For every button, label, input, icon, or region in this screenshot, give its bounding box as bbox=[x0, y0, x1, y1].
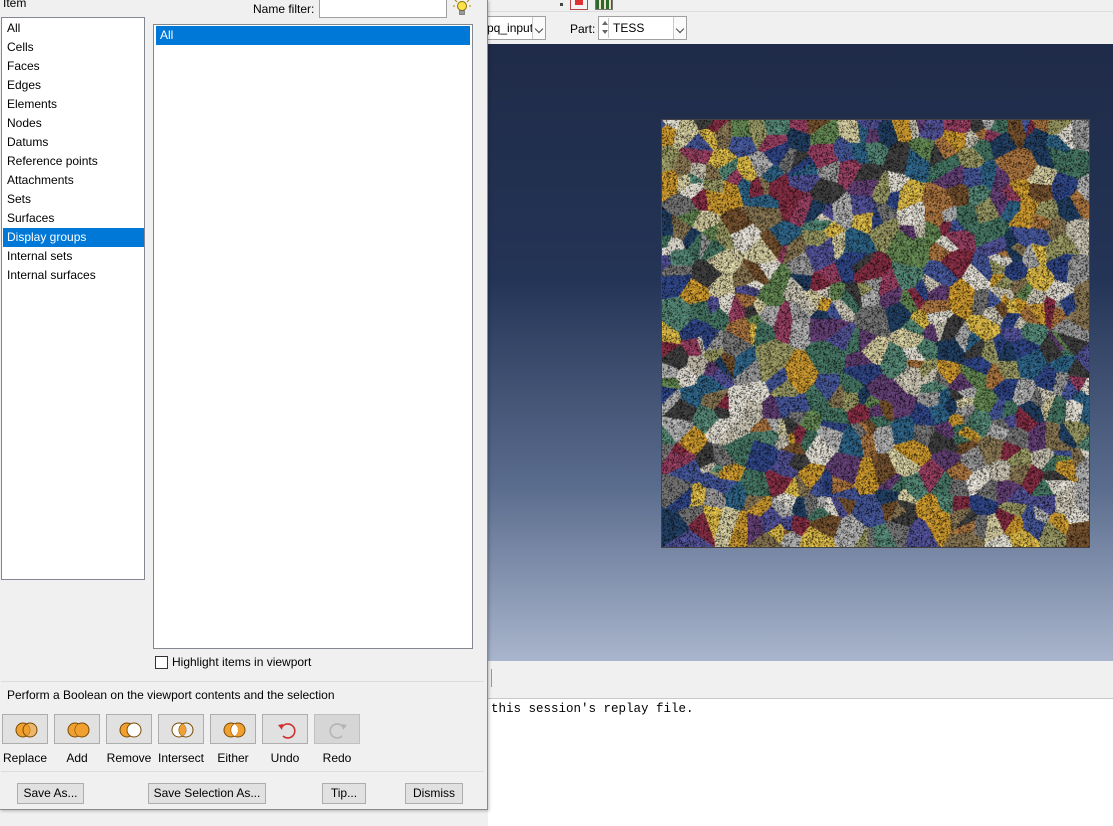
add-label: Add bbox=[66, 751, 88, 765]
chevron-down-icon[interactable] bbox=[532, 17, 545, 39]
message-line: : this session's replay file. bbox=[476, 702, 694, 716]
top-toolbar bbox=[488, 0, 1113, 12]
item-type-sets[interactable]: Sets bbox=[3, 190, 144, 209]
remove-button[interactable] bbox=[106, 714, 152, 744]
model-combo[interactable]: pq_input bbox=[482, 16, 546, 40]
display-group-item[interactable]: All bbox=[156, 26, 470, 45]
divider bbox=[1, 681, 484, 682]
item-type-internal-sets[interactable]: Internal sets bbox=[3, 247, 144, 266]
message-tabbar bbox=[488, 661, 1113, 699]
replace-label: Replace bbox=[2, 751, 48, 765]
add-button[interactable] bbox=[54, 714, 100, 744]
voronoi-mesh-model[interactable] bbox=[661, 119, 1090, 548]
item-type-nodes[interactable]: Nodes bbox=[3, 114, 144, 133]
item-type-display-groups[interactable]: Display groups bbox=[3, 228, 144, 247]
mesh-display-icon[interactable] bbox=[595, 0, 613, 10]
item-type-edges[interactable]: Edges bbox=[3, 76, 144, 95]
lightbulb-icon[interactable] bbox=[452, 0, 472, 17]
undo-arrow-icon bbox=[278, 723, 296, 739]
venn-remove-icon bbox=[119, 722, 142, 738]
part-combo-value: TESS bbox=[613, 21, 645, 35]
viewport[interactable] bbox=[488, 44, 1113, 661]
highlight-checkbox[interactable] bbox=[155, 656, 168, 669]
venn-replace-icon bbox=[15, 722, 38, 738]
venn-add-icon bbox=[67, 722, 90, 738]
boolean-heading: Perform a Boolean on the viewport conten… bbox=[7, 688, 335, 702]
undo-button[interactable] bbox=[262, 714, 308, 744]
save-as-button[interactable]: Save As... bbox=[17, 783, 84, 804]
item-type-elements[interactable]: Elements bbox=[3, 95, 144, 114]
display-group-list[interactable]: All bbox=[153, 24, 473, 649]
item-type-datums[interactable]: Datums bbox=[3, 133, 144, 152]
either-button[interactable] bbox=[210, 714, 256, 744]
undo-label: Undo bbox=[270, 751, 300, 765]
either-label: Either bbox=[217, 751, 249, 765]
tip-button[interactable]: Tip... bbox=[322, 783, 366, 804]
toolbar-separator-dot bbox=[560, 3, 563, 6]
dismiss-button[interactable]: Dismiss bbox=[405, 783, 463, 804]
item-type-internal-surfaces[interactable]: Internal surfaces bbox=[3, 266, 144, 285]
chevron-down-icon[interactable] bbox=[673, 17, 686, 39]
model-combo-value: pq_input bbox=[487, 21, 534, 35]
venn-intersect-icon bbox=[171, 722, 194, 738]
item-type-attachments[interactable]: Attachments bbox=[3, 171, 144, 190]
display-group-dialog: Item Name filter: All Cells Faces Edges Elem… bbox=[0, 0, 488, 810]
highlight-checkbox-label[interactable]: Highlight items in viewport bbox=[172, 655, 311, 669]
item-type-cells[interactable]: Cells bbox=[3, 38, 144, 57]
redo-button[interactable] bbox=[314, 714, 360, 744]
part-label: Part: bbox=[570, 22, 596, 36]
name-filter-label: Name filter: bbox=[253, 2, 315, 16]
item-type-surfaces[interactable]: Surfaces bbox=[3, 209, 144, 228]
redo-arrow-icon bbox=[329, 723, 347, 739]
remove-label: Remove bbox=[106, 751, 152, 765]
context-bar: pq_input Part: TESS bbox=[482, 12, 1113, 44]
message-area[interactable]: : this session's replay file. bbox=[476, 699, 1113, 826]
part-display-icon[interactable] bbox=[570, 0, 588, 10]
divider bbox=[1, 771, 484, 772]
redo-label: Redo bbox=[322, 751, 352, 765]
item-label: Item bbox=[3, 0, 27, 10]
intersect-button[interactable] bbox=[158, 714, 204, 744]
item-type-all[interactable]: All bbox=[3, 19, 144, 38]
item-type-faces[interactable]: Faces bbox=[3, 57, 144, 76]
name-filter-input[interactable] bbox=[319, 0, 447, 18]
item-type-list[interactable]: All Cells Faces Edges Elements Nodes Datums Ref… bbox=[1, 17, 145, 580]
item-type-reference-points[interactable]: Reference points bbox=[3, 152, 144, 171]
part-combo[interactable]: TESS bbox=[598, 16, 687, 40]
venn-either-icon bbox=[223, 722, 246, 738]
spin-arrows-icon[interactable] bbox=[600, 18, 609, 38]
save-selection-as-button[interactable]: Save Selection As... bbox=[148, 783, 266, 804]
replace-button[interactable] bbox=[2, 714, 48, 744]
intersect-label: Intersect bbox=[157, 751, 205, 765]
